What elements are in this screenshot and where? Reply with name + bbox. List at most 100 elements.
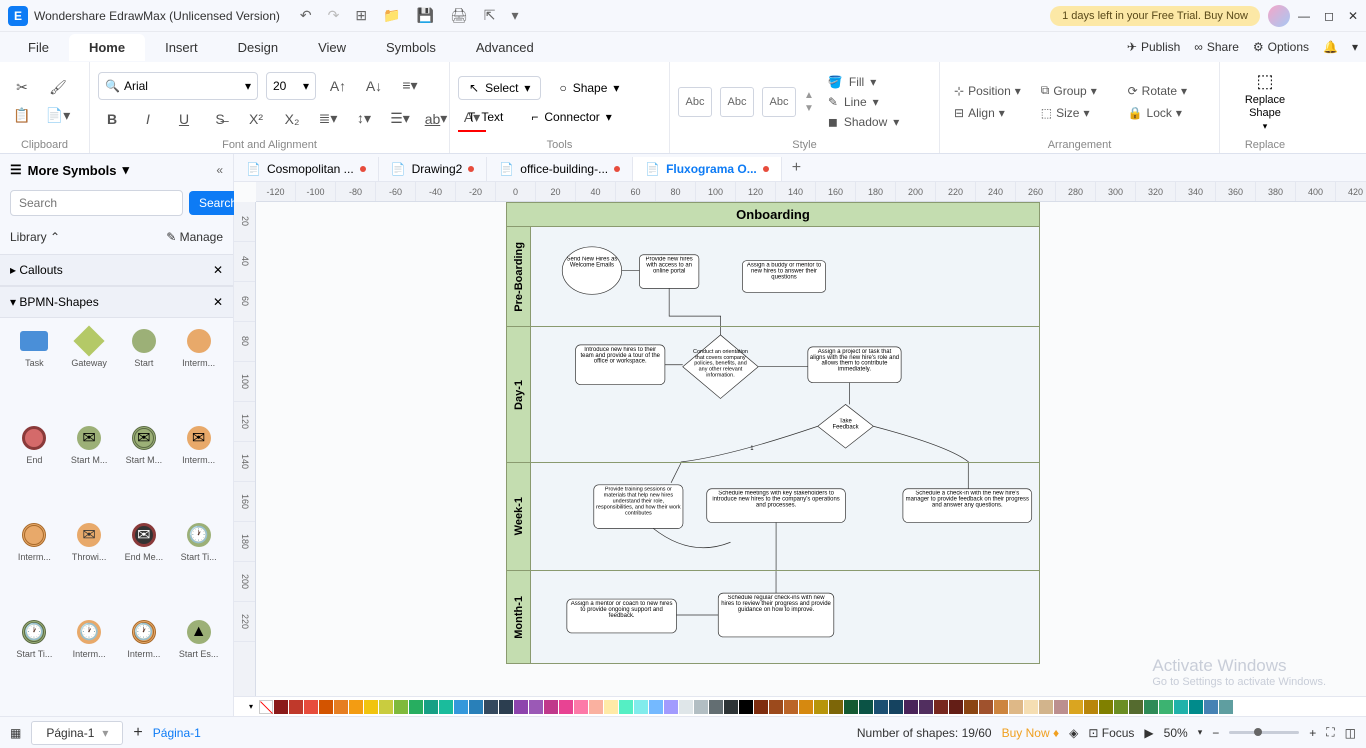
menu-file[interactable]: File — [8, 34, 69, 61]
color-swatch[interactable] — [454, 700, 468, 714]
zoom-out-icon[interactable]: − — [1212, 726, 1219, 740]
shape-item[interactable]: 🕐Start Ti... — [172, 520, 225, 611]
menu-home[interactable]: Home — [69, 34, 145, 61]
color-swatch[interactable] — [964, 700, 978, 714]
color-swatch[interactable] — [424, 700, 438, 714]
trial-badge[interactable]: 1 days left in your Free Trial. Buy Now — [1050, 6, 1260, 26]
color-swatch[interactable] — [619, 700, 633, 714]
library-toggle[interactable]: Library ⌃ — [10, 230, 60, 244]
color-swatch[interactable] — [349, 700, 363, 714]
print-icon[interactable]: 🖨 — [450, 7, 468, 24]
bpmn-category[interactable]: ▾ BPMN-Shapes ✕ — [0, 286, 233, 318]
select-tool[interactable]: ↖Select ▾ — [458, 76, 541, 100]
color-swatch[interactable] — [919, 700, 933, 714]
menu-advanced[interactable]: Advanced — [456, 34, 554, 61]
options-button[interactable]: ⚙Options — [1253, 40, 1309, 54]
export-icon[interactable]: ⇱ — [484, 7, 496, 24]
color-swatch[interactable] — [514, 700, 528, 714]
copy-icon[interactable]: 📋 — [8, 103, 36, 129]
align-button[interactable]: ⊟ Align▾ — [948, 103, 1027, 123]
color-swatch[interactable] — [769, 700, 783, 714]
color-swatch[interactable] — [1099, 700, 1113, 714]
connector-tool[interactable]: ⌐Connector ▾ — [521, 106, 621, 128]
shape-item[interactable]: ✉Throwi... — [63, 520, 116, 611]
style-up-icon[interactable]: ▲ — [804, 90, 814, 101]
color-swatch[interactable] — [1174, 700, 1188, 714]
increase-font-icon[interactable]: A↑ — [324, 73, 352, 99]
more-symbols-button[interactable]: ☰More Symbols▾ — [10, 162, 129, 178]
shape-item[interactable]: 🕐Start Ti... — [8, 617, 61, 708]
align-dropdown-icon[interactable]: ≡▾ — [396, 73, 424, 99]
color-swatch[interactable] — [1159, 700, 1173, 714]
color-swatch[interactable] — [289, 700, 303, 714]
color-swatch[interactable] — [589, 700, 603, 714]
add-tab-icon[interactable]: + — [782, 155, 811, 181]
italic-icon[interactable]: I — [134, 106, 162, 132]
add-page-icon[interactable]: + — [133, 724, 142, 742]
shape-item[interactable]: ▲Start Es... — [172, 617, 225, 708]
shape-item[interactable]: ✉Start M... — [118, 423, 171, 514]
save-icon[interactable]: 💾 — [417, 7, 434, 24]
style-preset-1[interactable]: Abc — [678, 87, 712, 117]
color-swatch[interactable] — [574, 700, 588, 714]
color-swatch[interactable] — [859, 700, 873, 714]
no-color-swatch[interactable] — [259, 700, 273, 714]
color-swatch[interactable] — [1204, 700, 1218, 714]
focus-button[interactable]: ⊡ Focus — [1088, 726, 1134, 740]
manage-button[interactable]: ✎ Manage — [166, 230, 223, 244]
color-swatch[interactable] — [544, 700, 558, 714]
text-tool[interactable]: TText — [458, 106, 513, 128]
format-painter-icon[interactable]: 🖌 — [44, 75, 72, 101]
menu-symbols[interactable]: Symbols — [366, 34, 456, 61]
close-icon[interactable]: ✕ — [1348, 9, 1358, 23]
color-swatch[interactable] — [829, 700, 843, 714]
color-swatch[interactable] — [649, 700, 663, 714]
color-swatch[interactable] — [439, 700, 453, 714]
size-button[interactable]: ⬚ Size▾ — [1035, 103, 1114, 123]
share-button[interactable]: ∞Share — [1194, 40, 1239, 54]
shape-item[interactable]: End — [8, 423, 61, 514]
paste-icon[interactable]: 📄▾ — [44, 103, 72, 129]
page-tab[interactable]: Página-1▾ — [31, 721, 123, 745]
underline-icon[interactable]: U — [170, 106, 198, 132]
color-swatch[interactable] — [1039, 700, 1053, 714]
shape-tool[interactable]: ○Shape ▾ — [549, 77, 629, 99]
open-icon[interactable]: 📁 — [383, 7, 400, 24]
shadow-option[interactable]: ◼Shadow▾ — [822, 113, 905, 131]
page-link[interactable]: Página-1 — [153, 726, 201, 740]
color-swatch[interactable] — [784, 700, 798, 714]
color-swatch[interactable] — [904, 700, 918, 714]
replace-shape-icon[interactable]: ⬚ — [1256, 71, 1273, 92]
color-swatch[interactable] — [1189, 700, 1203, 714]
color-swatch[interactable] — [664, 700, 678, 714]
shape-item[interactable]: Interm... — [8, 520, 61, 611]
color-swatch[interactable] — [469, 700, 483, 714]
spacing-icon[interactable]: ↕▾ — [350, 106, 378, 132]
color-swatch[interactable] — [334, 700, 348, 714]
menu-view[interactable]: View — [298, 34, 366, 61]
presentation-icon[interactable]: ▶ — [1144, 726, 1153, 740]
color-swatch[interactable] — [1219, 700, 1233, 714]
redo-icon[interactable]: ↷ — [328, 7, 340, 24]
color-swatch[interactable] — [529, 700, 543, 714]
clear-format-icon[interactable]: ab▾ — [422, 106, 450, 132]
user-avatar[interactable] — [1268, 5, 1290, 27]
doc-tab[interactable]: 📄Drawing2 — [379, 157, 488, 181]
shape-item[interactable]: ✉End Me... — [118, 520, 171, 611]
color-swatch[interactable] — [484, 700, 498, 714]
shape-item[interactable]: Task — [8, 326, 61, 417]
buy-now-link[interactable]: Buy Now ♦ — [1002, 726, 1060, 740]
strike-icon[interactable]: S̶ — [206, 106, 234, 132]
fullscreen-icon[interactable]: ◫ — [1345, 726, 1356, 740]
font-select[interactable]: 🔍Arial▾ — [98, 72, 258, 100]
color-swatch[interactable] — [634, 700, 648, 714]
maximize-icon[interactable]: ◻ — [1324, 9, 1334, 23]
bold-icon[interactable]: B — [98, 106, 126, 132]
font-size-select[interactable]: 20▾ — [266, 72, 316, 100]
color-swatch[interactable] — [949, 700, 963, 714]
color-swatch[interactable] — [1024, 700, 1038, 714]
color-swatch[interactable] — [1054, 700, 1068, 714]
doc-tab[interactable]: 📄office-building-... — [487, 157, 633, 181]
color-swatch[interactable] — [709, 700, 723, 714]
color-swatch[interactable] — [379, 700, 393, 714]
